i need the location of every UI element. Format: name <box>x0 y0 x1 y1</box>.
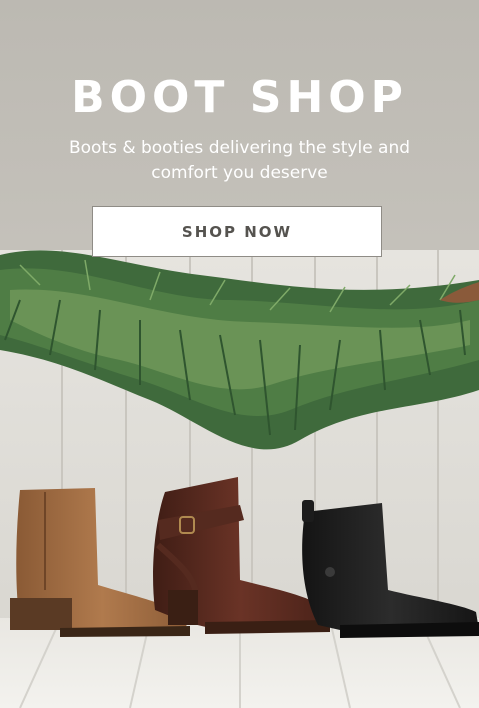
banner-subtitle: Boots & booties delivering the style and… <box>68 138 411 183</box>
boot-shop-banner[interactable]: BOOT SHOP Boots & booties delivering the… <box>0 0 479 708</box>
page-title: BOOT SHOP <box>71 72 408 123</box>
shop-now-button[interactable]: SHOP NOW <box>92 206 382 257</box>
